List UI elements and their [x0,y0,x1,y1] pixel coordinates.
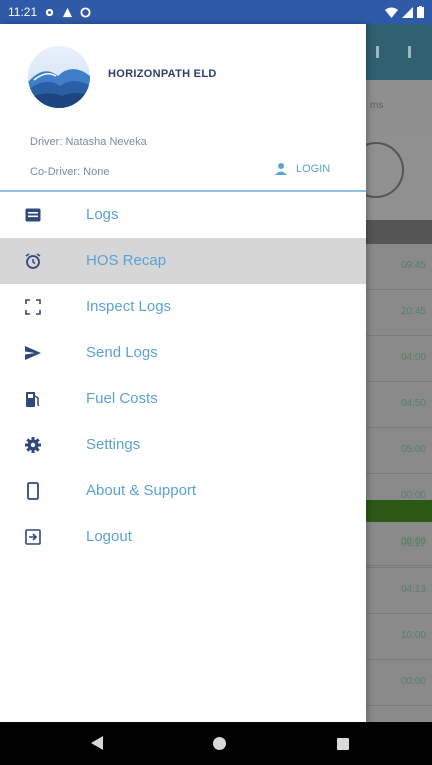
status-time: 11:21 [8,5,38,19]
signal-icon [402,6,413,18]
background-dark-row [366,220,432,244]
logs-icon [24,206,42,224]
menu-label-logout: Logout [86,528,132,545]
background-row: 04:50 [366,382,432,428]
menu-item-send-logs[interactable]: Send Logs [0,330,366,376]
back-icon[interactable] [91,736,103,750]
codriver-name: Co-Driver: None [30,166,110,178]
background-row-value: 09:45 [400,260,426,271]
menu-label-settings: Settings [86,436,141,453]
navigation-drawer: HORIZONPATH ELD Driver: Natasha Neveka C… [0,24,366,722]
drawer-menu: Logs HOS Recap Inspect Logs Send Logs Fu… [0,192,366,560]
background-circle-gauge [366,142,404,198]
background-row: 00:00 [366,660,432,706]
background-row: 06:17 [366,522,432,568]
gear-icon [24,436,42,454]
menu-label-send-logs: Send Logs [86,344,158,361]
background-row-value: 20:45 [400,306,426,317]
background-rows-2: 06:17 04:13 10:00 00:00 00:00 [366,522,432,722]
background-row: 10:00 [366,614,432,660]
settings-icon [45,8,54,16]
drawer-header: HORIZONPATH ELD Driver: Natasha Neveka C… [0,24,366,192]
system-nav-bar [0,722,432,765]
menu-item-logs[interactable]: Logs [0,192,366,238]
background-row: 04:13 [366,568,432,614]
background-green-row [366,500,432,522]
recents-icon[interactable] [337,738,349,750]
sync-icon [80,6,91,18]
logout-icon [24,528,42,546]
menu-label-hos-recap: HOS Recap [86,252,167,269]
menu-label-fuel-costs: Fuel Costs [86,390,158,407]
background-row: 20:45 [366,290,432,336]
brand-name: HORIZONPATH ELD [108,68,217,80]
background-app-bar [366,24,432,80]
background-app-scrim[interactable]: ms 09:45 20:45 04:00 04:50 05:00 00:00 00:00 0… [366,24,432,722]
background-row-value: 04:13 [400,584,426,595]
login-button[interactable]: LOGIN [274,162,330,176]
menu-item-logout[interactable]: Logout [0,514,366,560]
background-row: 09:45 [366,244,432,290]
background-row-value: 04:00 [400,352,426,363]
background-row-value: 10:00 [400,630,426,641]
background-row: 05:00 [366,428,432,474]
menu-label-inspect-logs: Inspect Logs [86,298,172,315]
background-summary [366,132,432,220]
status-bar: 11:21 [0,0,432,24]
background-row-value: 00:00 [400,676,426,687]
background-row: 04:00 [366,336,432,382]
menu-item-about-support[interactable]: About & Support [0,468,366,514]
menu-label-logs: Logs [86,206,119,223]
wifi-icon [385,7,398,18]
background-row-value: 06:17 [400,538,426,549]
alert-icon [63,7,73,17]
login-label: LOGIN [296,163,331,175]
menu-label-about-support: About & Support [86,482,197,499]
alarm-clock-icon [24,252,42,270]
background-subheader: ms [366,80,432,132]
brand-logo [28,46,90,108]
driver-name: Driver: Natasha Neveka [30,136,147,148]
background-row-value: 05:00 [400,444,426,455]
background-row-value: 04:50 [400,398,426,409]
background-row: 00:00 [366,706,432,722]
menu-item-settings[interactable]: Settings [0,422,366,468]
menu-item-fuel-costs[interactable]: Fuel Costs [0,376,366,422]
inspect-icon [24,298,42,316]
person-icon [275,163,287,175]
battery-icon [417,6,424,18]
home-icon[interactable] [213,737,226,750]
menu-item-hos-recap[interactable]: HOS Recap [0,238,366,284]
send-icon [24,344,42,362]
phone-icon [24,482,42,500]
menu-item-inspect-logs[interactable]: Inspect Logs [0,284,366,330]
fuel-icon [24,390,42,408]
